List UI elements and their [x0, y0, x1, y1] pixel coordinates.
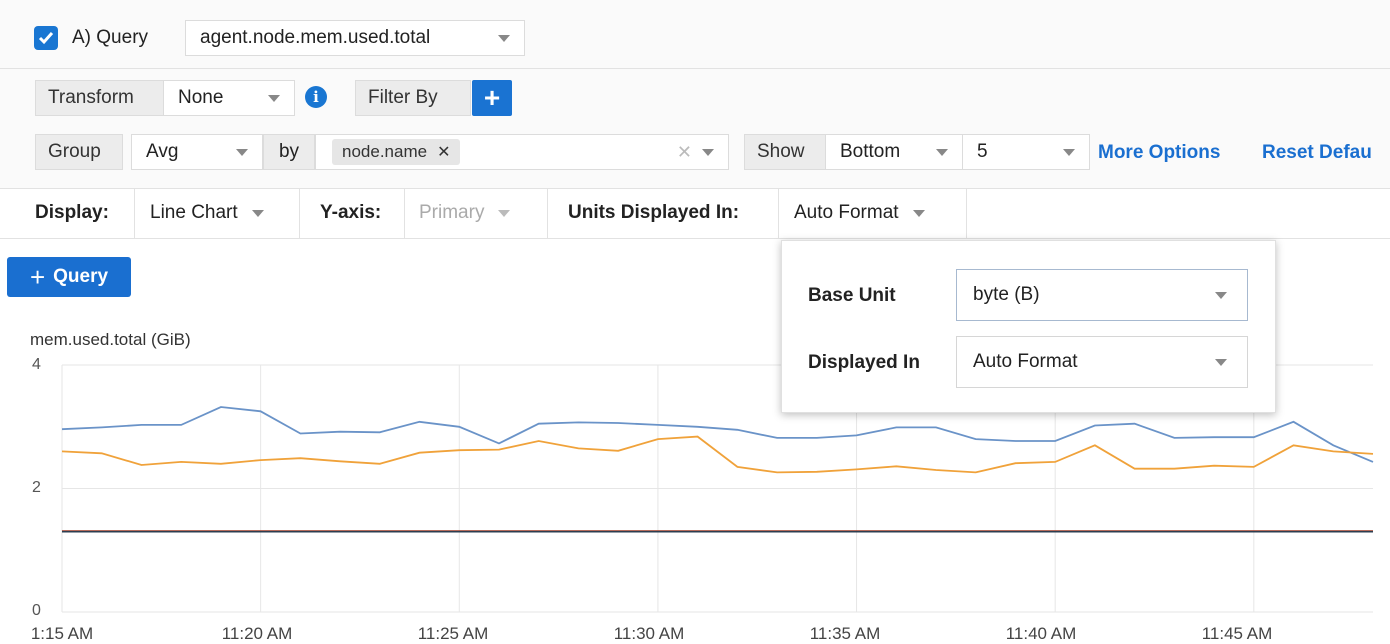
- show-select[interactable]: Bottom: [825, 134, 963, 170]
- base-unit-label: Base Unit: [808, 285, 896, 306]
- check-icon: [38, 32, 54, 45]
- x-tick-label: 11:45 AM: [1201, 624, 1273, 643]
- reset-defaults-link[interactable]: Reset Defau: [1262, 142, 1372, 164]
- filter-by-label: Filter By: [355, 80, 471, 116]
- display-options-row: Display: Line Chart Y-axis: Primary Unit…: [0, 188, 1390, 238]
- add-query-label: Query: [53, 266, 109, 287]
- x-tick-label: 11:40 AM: [1005, 624, 1077, 643]
- transform-select[interactable]: None: [163, 80, 295, 116]
- plus-icon: +: [483, 82, 501, 113]
- chart-title: mem.used.total (GiB): [30, 330, 191, 349]
- units-value: Auto Format: [794, 202, 899, 223]
- display-type-value: Line Chart: [150, 202, 238, 223]
- query-enabled-checkbox[interactable]: [34, 26, 58, 50]
- query-editor-panel: A) Query agent.node.mem.used.total Trans…: [0, 0, 1390, 239]
- by-label: by: [263, 134, 315, 170]
- base-unit-select[interactable]: byte (B): [956, 269, 1248, 321]
- count-value: 5: [977, 141, 988, 162]
- y-axis-label: Y-axis:: [300, 188, 405, 238]
- metric-value: agent.node.mem.used.total: [200, 27, 431, 48]
- chevron-down-icon: [1215, 358, 1227, 366]
- query-label: A) Query: [72, 27, 149, 48]
- show-label: Show: [744, 134, 826, 170]
- x-tick-label: 11:20 AM: [221, 624, 293, 643]
- add-filter-button[interactable]: +: [472, 80, 512, 116]
- chevron-down-icon: [236, 148, 248, 156]
- chevron-down-icon: [251, 209, 264, 217]
- displayed-in-value: Auto Format: [973, 351, 1078, 372]
- units-popover: Base Unit byte (B) Displayed In Auto For…: [781, 240, 1276, 413]
- divider: [0, 68, 1390, 69]
- chevron-down-icon: [1215, 291, 1227, 299]
- units-label: Units Displayed In:: [548, 188, 779, 238]
- group-by-tag-input[interactable]: node.name ✕ ✕: [315, 134, 729, 170]
- chevron-down-icon: [912, 209, 925, 217]
- aggregation-value: Avg: [146, 141, 179, 162]
- chevron-down-icon: [1063, 148, 1075, 156]
- remove-tag-icon[interactable]: ✕: [437, 142, 450, 162]
- x-tick-label: 1:15 AM: [30, 624, 94, 643]
- x-tick-label: 11:30 AM: [613, 624, 685, 643]
- chevron-down-icon: [936, 148, 948, 156]
- chevron-down-icon: [498, 209, 511, 217]
- y-axis-select[interactable]: Primary: [405, 188, 548, 238]
- y-tick-label: 0: [32, 602, 41, 619]
- metric-select[interactable]: agent.node.mem.used.total: [185, 20, 525, 56]
- chevron-down-icon: [498, 34, 510, 42]
- transform-label: Transform: [35, 80, 165, 116]
- add-query-button[interactable]: + Query: [7, 257, 131, 297]
- displayed-in-label: Displayed In: [808, 352, 920, 373]
- y-tick-label: 2: [32, 479, 41, 496]
- base-unit-value: byte (B): [973, 284, 1040, 305]
- clear-icon[interactable]: ✕: [677, 142, 692, 163]
- series-line-1: [61, 406, 1374, 463]
- group-label: Group: [35, 134, 123, 170]
- plus-icon: +: [29, 262, 46, 292]
- y-tick-label: 4: [32, 356, 41, 373]
- chevron-down-icon: [702, 148, 714, 156]
- units-select[interactable]: Auto Format: [779, 188, 967, 238]
- display-label: Display:: [0, 188, 135, 238]
- tag-chip-label: node.name: [342, 142, 428, 161]
- more-options-link[interactable]: More Options: [1098, 142, 1220, 164]
- chevron-down-icon: [268, 94, 280, 102]
- aggregation-select[interactable]: Avg: [131, 134, 263, 170]
- tag-chip: node.name ✕: [332, 139, 461, 165]
- series-line-2: [61, 435, 1374, 474]
- transform-value: None: [178, 87, 224, 108]
- displayed-in-select[interactable]: Auto Format: [956, 336, 1248, 388]
- y-axis-value: Primary: [419, 202, 485, 223]
- display-type-select[interactable]: Line Chart: [135, 188, 300, 238]
- x-tick-label: 11:35 AM: [809, 624, 881, 643]
- x-tick-label: 11:25 AM: [417, 624, 489, 643]
- show-value: Bottom: [840, 141, 901, 162]
- info-icon[interactable]: i: [305, 86, 327, 108]
- count-select[interactable]: 5: [962, 134, 1090, 170]
